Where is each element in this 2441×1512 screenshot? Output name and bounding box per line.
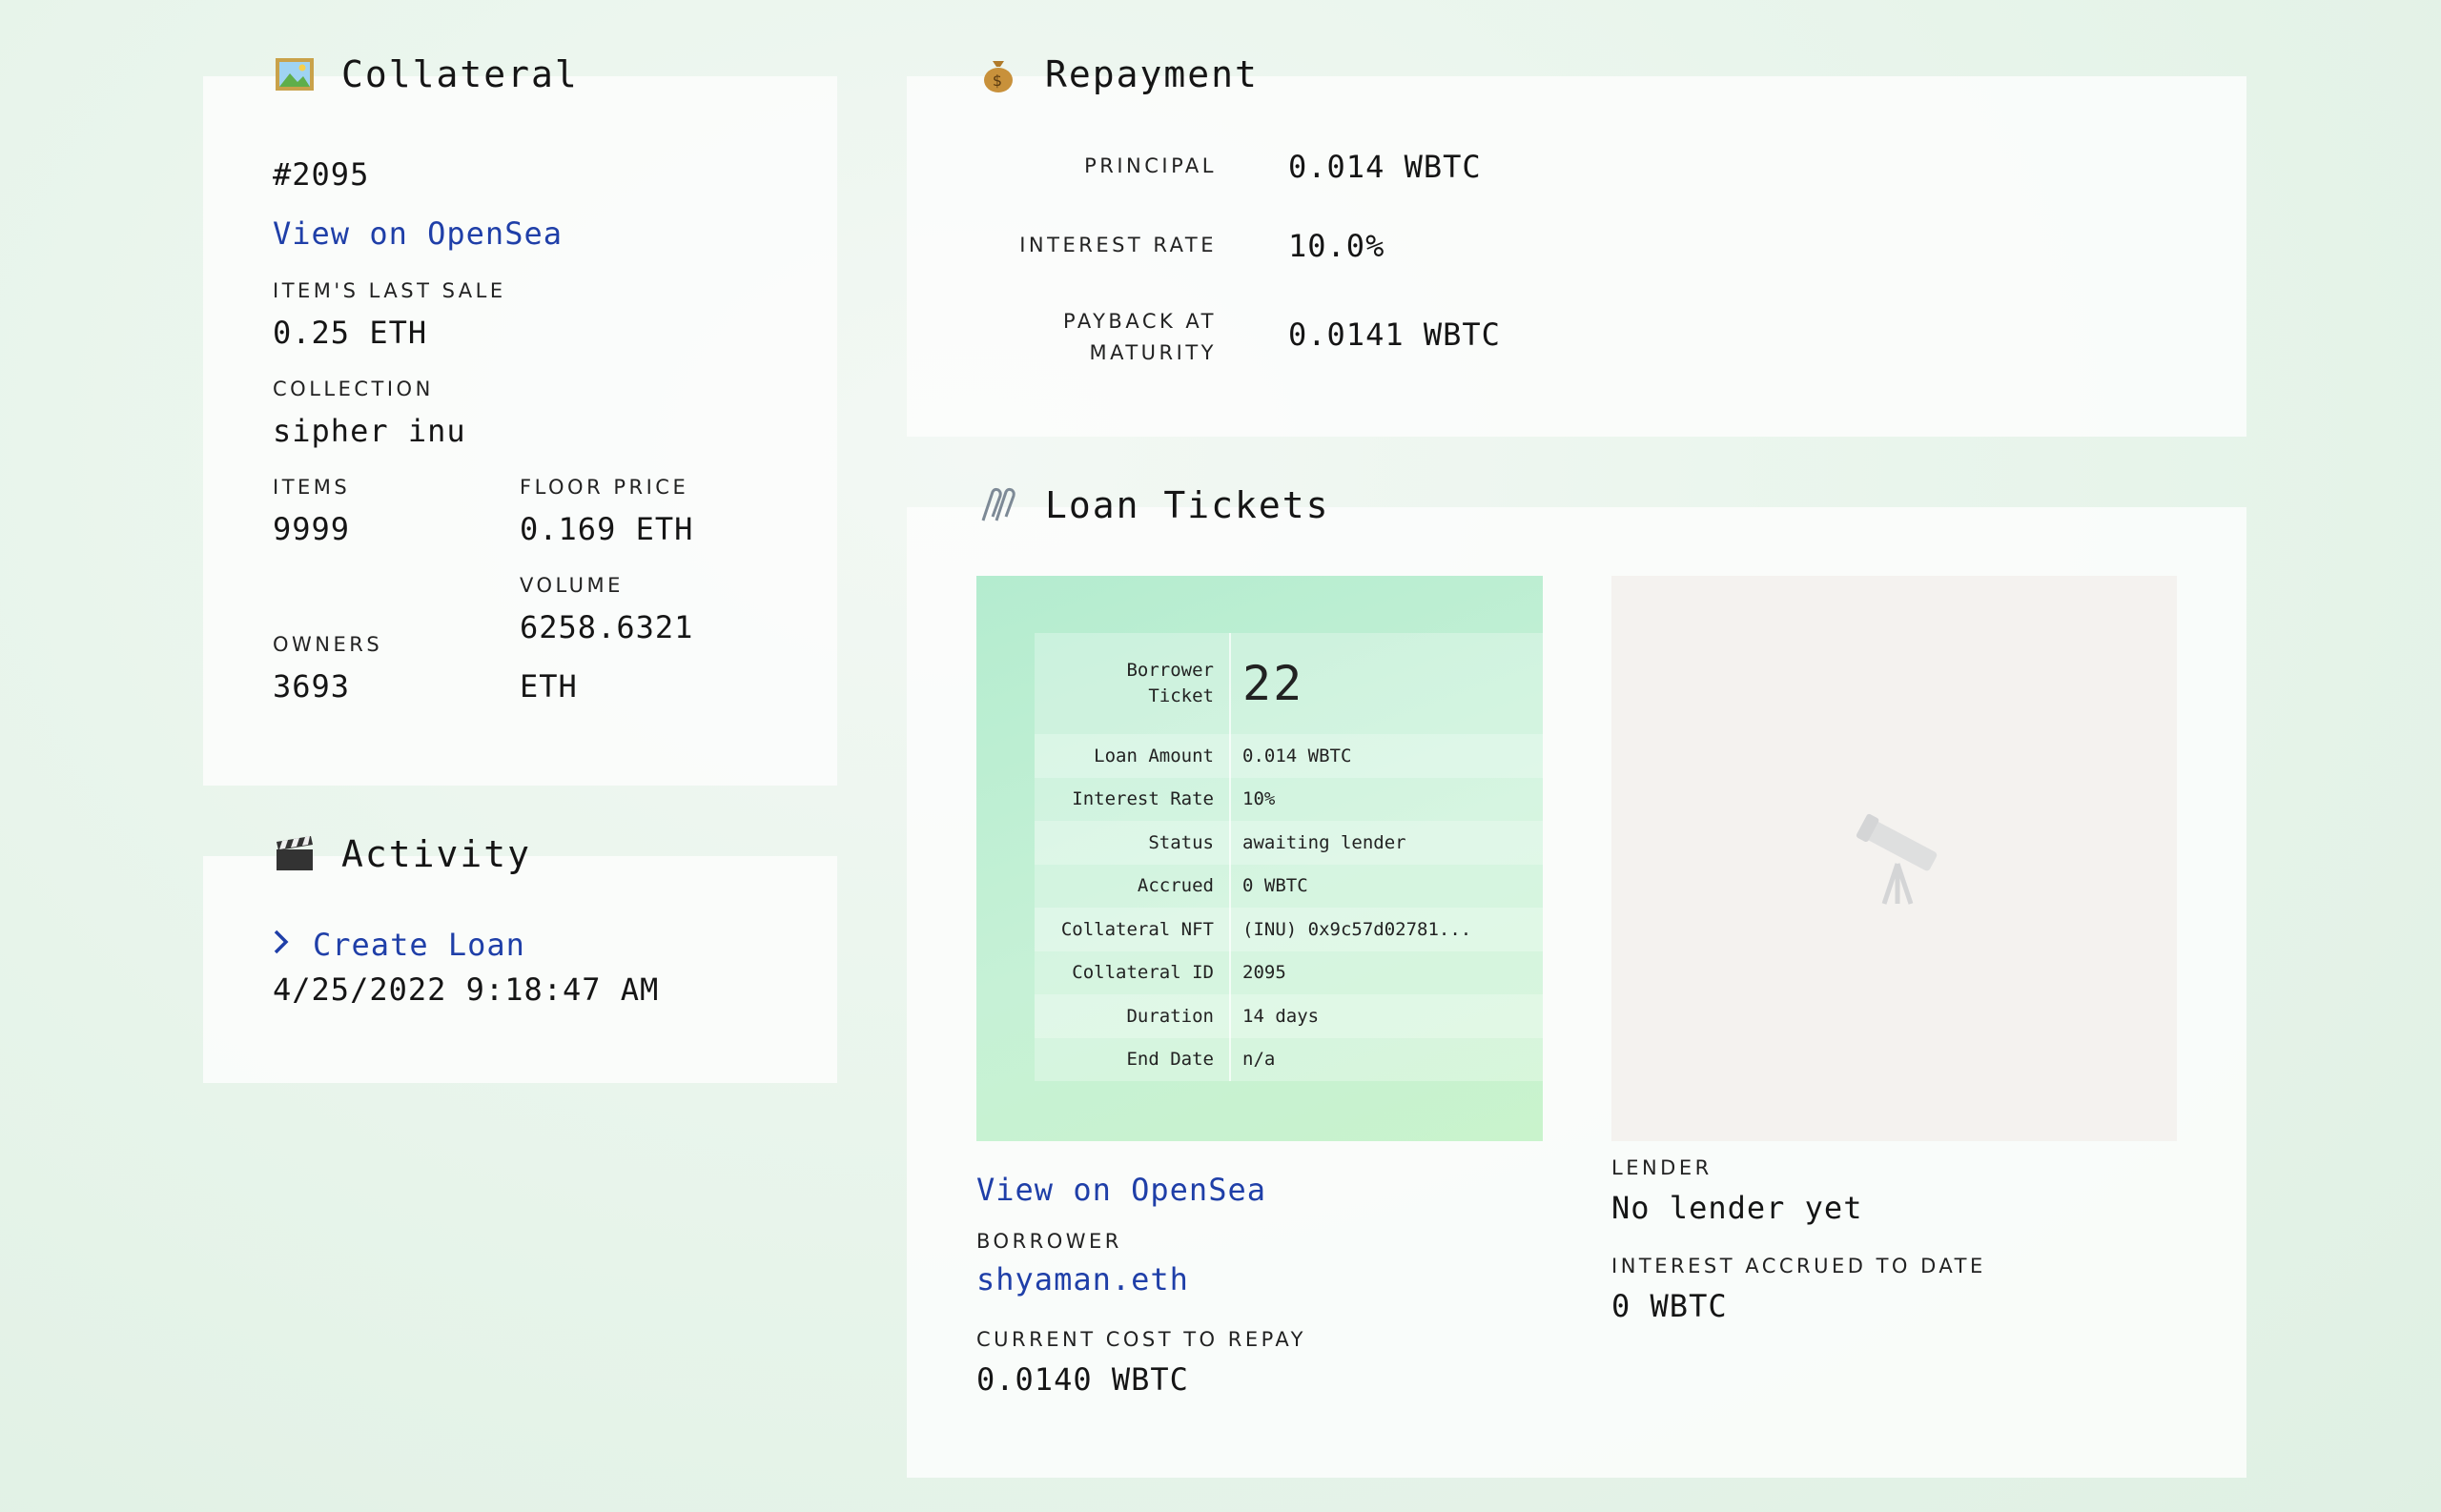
owners-label: OWNERS (273, 633, 383, 656)
activity-title: Activity (341, 833, 532, 875)
ticket-row: Accrued 0 WBTC (1035, 864, 1543, 908)
framed-picture-icon (273, 57, 317, 92)
ticket-header-row: Borrower Ticket 22 (1035, 633, 1543, 734)
borrower-label: BORROWER (976, 1230, 1122, 1253)
ticket-row: End Date n/a (1035, 1037, 1543, 1081)
paperclips-icon (976, 486, 1020, 524)
interest-accrued-value: 0 WBTC (1611, 1288, 1728, 1324)
loan-tickets-title: Loan Tickets (1045, 484, 1330, 526)
ticket-row-value: 14 days (1230, 994, 1543, 1038)
ticket-row: Status awaiting lender (1035, 821, 1543, 865)
ticket-row-key: Collateral NFT (1035, 908, 1231, 951)
ticket-row-key: Status (1035, 821, 1231, 865)
create-loan-event[interactable]: Create Loan (273, 927, 525, 963)
last-sale-label: ITEM'S LAST SALE (273, 279, 506, 302)
volume-label: VOLUME (520, 574, 624, 597)
ticket-row: Loan Amount 0.014 WBTC (1035, 734, 1543, 778)
telescope-icon (1848, 805, 1953, 913)
payback-label: PAYBACK AT MATURITY (1063, 306, 1217, 369)
last-sale-value: 0.25 ETH (273, 315, 428, 351)
ticket-header-label: Borrower Ticket (1035, 633, 1231, 734)
ticket-row: Duration 14 days (1035, 994, 1543, 1038)
token-id: #2095 (273, 156, 370, 193)
items-value: 9999 (273, 511, 351, 547)
borrower-ticket-image[interactable]: Borrower Ticket 22 Loan Amount 0.014 WBTC… (976, 576, 1543, 1141)
collateral-header: Collateral (273, 53, 579, 95)
ticket-row: Collateral ID 2095 (1035, 950, 1543, 994)
ticket-row-value: 10% (1230, 777, 1543, 821)
event-timestamp: 4/25/2022 9:18:47 AM (273, 971, 660, 1008)
borrower-address-link[interactable]: shyaman.eth (976, 1261, 1189, 1297)
owners-value: 3693 (273, 668, 351, 705)
lender-ticket-placeholder (1611, 576, 2177, 1141)
collateral-card: Collateral #2095 View on OpenSea ITEM'S … (203, 53, 837, 786)
principal-label: PRINCIPAL (1084, 154, 1217, 177)
floor-price-label: FLOOR PRICE (520, 476, 689, 499)
clapper-board-icon (273, 836, 317, 872)
items-label: ITEMS (273, 476, 351, 499)
ticket-number: 22 (1230, 633, 1543, 734)
floor-price-value: 0.169 ETH (520, 511, 694, 547)
interest-accrued-label: INTEREST ACCRUED TO DATE (1611, 1255, 1986, 1277)
interest-rate-label: INTEREST RATE (1019, 234, 1217, 256)
ticket-row-value: 0.014 WBTC (1230, 734, 1543, 778)
interest-rate-value: 10.0% (1288, 228, 1385, 264)
repayment-title: Repayment (1045, 53, 1259, 95)
ticket-row-key: Duration (1035, 994, 1231, 1038)
repayment-header: $ Repayment (976, 53, 1259, 95)
ticket-row-key: Loan Amount (1035, 734, 1231, 778)
ticket-row: Interest Rate 10% (1035, 777, 1543, 821)
ticket-row: Collateral NFT (INU) 0x9c57d02781... (1035, 908, 1543, 951)
ticket-row-key: Collateral ID (1035, 950, 1231, 994)
current-cost-value: 0.0140 WBTC (976, 1361, 1189, 1398)
ticket-row-key: End Date (1035, 1037, 1231, 1081)
collection-value: sipher inu (273, 413, 466, 449)
ticket-header-label-line2: Ticket (1148, 685, 1214, 706)
payback-label-line2: MATURITY (1089, 341, 1217, 364)
ticket-row-key: Interest Rate (1035, 777, 1231, 821)
ticket-header-label-line1: Borrower (1126, 660, 1214, 681)
repayment-card: $ Repayment PRINCIPAL 0.014 WBTC INTERES… (907, 53, 2246, 437)
lender-value: No lender yet (1611, 1190, 1863, 1226)
lender-label: LENDER (1611, 1156, 1713, 1179)
activity-card: Activity Create Loan 4/25/2022 9:18:47 A… (203, 833, 837, 1083)
volume-unit: ETH (520, 668, 578, 705)
chevron-right-icon (273, 927, 290, 963)
money-bag-icon: $ (976, 55, 1020, 93)
volume-value: 6258.6321 (520, 609, 694, 645)
ticket-row-value: awaiting lender (1230, 821, 1543, 865)
loan-tickets-header: Loan Tickets (976, 484, 1330, 526)
ticket-row-key: Accrued (1035, 864, 1231, 908)
ticket-row-value: n/a (1230, 1037, 1543, 1081)
payback-label-line1: PAYBACK AT (1063, 310, 1217, 333)
ticket-row-value: (INU) 0x9c57d02781... (1230, 908, 1543, 951)
borrower-ticket-table: Borrower Ticket 22 Loan Amount 0.014 WBTC… (1035, 633, 1543, 1081)
ticket-row-value: 2095 (1230, 950, 1543, 994)
collateral-title: Collateral (341, 53, 579, 95)
activity-header: Activity (273, 833, 531, 875)
ticket-view-on-opensea-link[interactable]: View on OpenSea (976, 1172, 1266, 1208)
ticket-row-value: 0 WBTC (1230, 864, 1543, 908)
current-cost-label: CURRENT COST TO REPAY (976, 1328, 1306, 1351)
collection-label: COLLECTION (273, 378, 434, 400)
payback-value: 0.0141 WBTC (1288, 317, 1501, 353)
principal-value: 0.014 WBTC (1288, 149, 1482, 185)
svg-text:$: $ (993, 72, 1004, 90)
view-on-opensea-link[interactable]: View on OpenSea (273, 215, 563, 252)
create-loan-label: Create Loan (313, 927, 525, 963)
loan-tickets-card: Loan Tickets Borrower Ticket 22 Loan Amo… (907, 484, 2246, 1478)
